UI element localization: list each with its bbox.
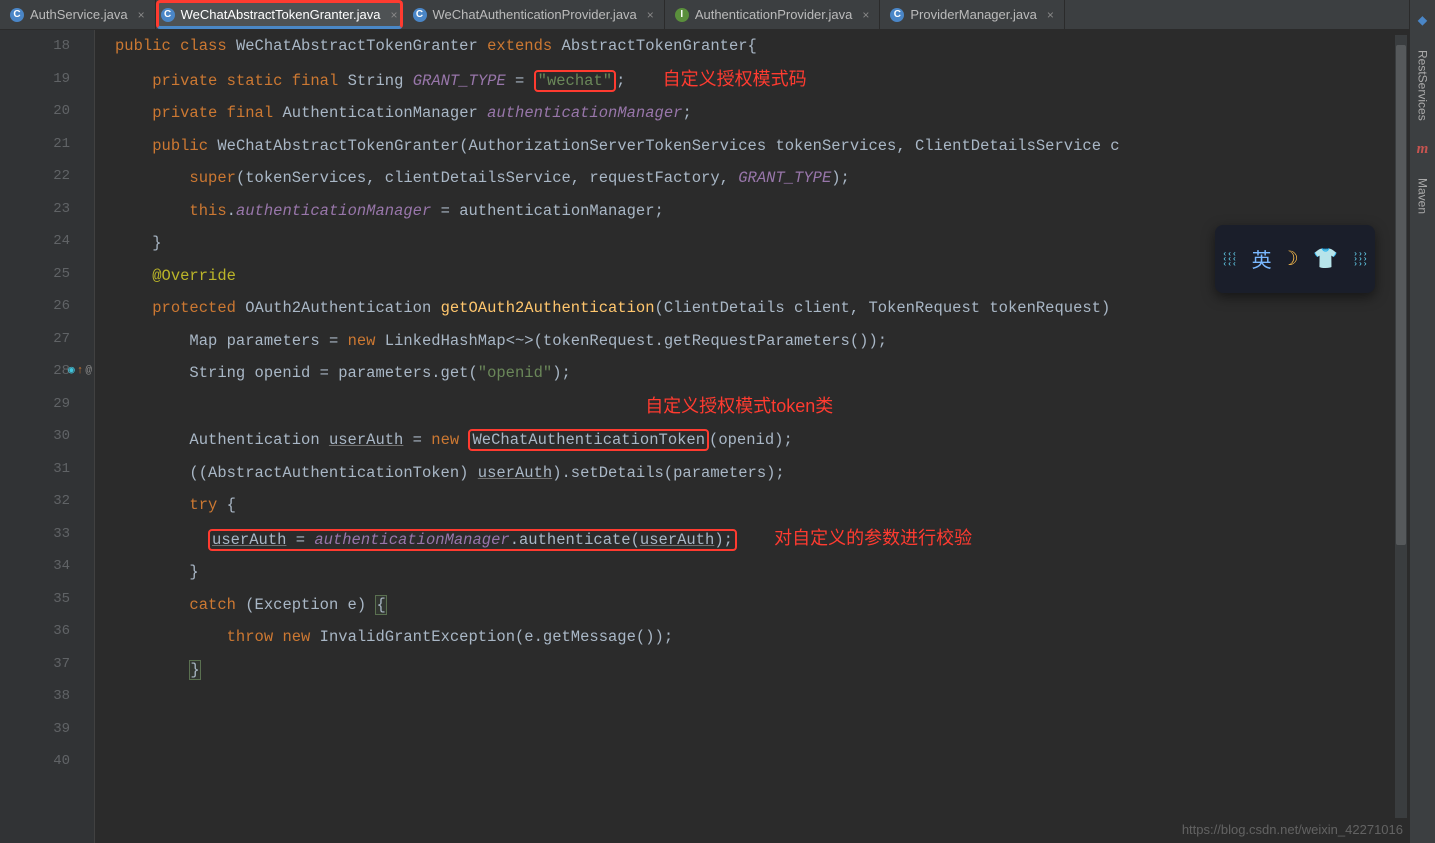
code-editor[interactable]: public class WeChatAbstractTokenGranter … (95, 30, 1435, 843)
right-tool-window-bar: ◆ RestServices m Maven (1409, 0, 1435, 843)
code-line: throw new InvalidGrantException(e.getMes… (115, 621, 1435, 654)
line-number: 36 (0, 615, 70, 648)
code-line: 自定义授权模式token类 (115, 390, 1435, 425)
close-icon[interactable]: × (138, 8, 145, 22)
class-icon: C (10, 8, 24, 22)
line-number: 18 (0, 30, 70, 63)
code-line: protected OAuth2Authentication getOAuth2… (115, 292, 1435, 325)
line-number: 30 (0, 420, 70, 453)
line-number: 29 (0, 388, 70, 421)
line-number: 23 (0, 193, 70, 226)
line-number: 32 (0, 485, 70, 518)
code-line: public WeChatAbstractTokenGranter(Author… (115, 130, 1435, 163)
code-line: userAuth = authenticationManager.authent… (115, 522, 1435, 557)
line-number: 35 (0, 583, 70, 616)
code-line: } (115, 654, 1435, 687)
tab-auth-provider[interactable]: I AuthenticationProvider.java × (665, 0, 881, 29)
skin-icon[interactable]: 👕 (1313, 246, 1338, 272)
line-number: 34 (0, 550, 70, 583)
interface-icon: I (675, 8, 689, 22)
class-icon: C (161, 8, 175, 22)
scrollbar-thumb[interactable] (1396, 45, 1406, 545)
tab-provider-manager[interactable]: C ProviderManager.java × (880, 0, 1064, 29)
line-number: 37 (0, 648, 70, 681)
line-number: 39 (0, 713, 70, 746)
close-icon[interactable]: × (1047, 8, 1054, 22)
code-line: try { (115, 489, 1435, 522)
tab-wechat-provider[interactable]: C WeChatAuthenticationProvider.java × (403, 0, 665, 29)
close-icon[interactable]: × (391, 8, 398, 22)
line-number: 21 (0, 128, 70, 161)
code-line: private static final String GRANT_TYPE =… (115, 63, 1435, 98)
code-line: ((AbstractAuthenticationToken) userAuth)… (115, 457, 1435, 490)
tab-authservice[interactable]: C AuthService.java × (0, 0, 156, 29)
tab-label: AuthService.java (30, 7, 128, 22)
tool-maven[interactable]: Maven (1416, 178, 1430, 214)
code-line: } (115, 556, 1435, 589)
code-line: Authentication userAuth = new WeChatAuth… (115, 424, 1435, 457)
code-line: public class WeChatAbstractTokenGranter … (115, 30, 1435, 63)
tool-restservices[interactable]: RestServices (1416, 50, 1430, 121)
tab-label: WeChatAuthenticationProvider.java (433, 7, 637, 22)
code-line: String openid = parameters.get("openid")… (115, 357, 1435, 390)
chevron-right-icon: ››››››››› (1353, 252, 1367, 267)
chevron-left-icon: ‹‹‹‹‹‹‹‹‹ (1222, 252, 1236, 267)
line-number: 38 (0, 680, 70, 713)
code-line: this.authenticationManager = authenticat… (115, 195, 1435, 228)
line-number: 28◉↑@ (0, 355, 70, 388)
gutter: 1819202122232425262728◉↑@293031323334353… (0, 30, 95, 843)
line-number: 26 (0, 290, 70, 323)
line-number: 24 (0, 225, 70, 258)
close-icon[interactable]: × (647, 8, 654, 22)
line-number: 22 (0, 160, 70, 193)
line-number: 19 (0, 63, 70, 96)
line-number: 31 (0, 453, 70, 486)
code-line: super(tokenServices, clientDetailsServic… (115, 162, 1435, 195)
tab-label: WeChatAbstractTokenGranter.java (181, 7, 381, 22)
watermark-text: https://blog.csdn.net/weixin_42271016 (1182, 822, 1403, 837)
override-gutter-icon[interactable]: ◉↑@ (68, 355, 92, 388)
line-number: 20 (0, 95, 70, 128)
ime-lang-indicator[interactable]: 英 (1252, 244, 1272, 274)
editor-area: 1819202122232425262728◉↑@293031323334353… (0, 30, 1435, 843)
logo-icon: ◆ (1418, 10, 1428, 30)
class-icon: C (890, 8, 904, 22)
vertical-scrollbar[interactable] (1395, 35, 1407, 818)
tab-label: ProviderManager.java (910, 7, 1036, 22)
moon-icon[interactable]: ☽ (1287, 246, 1299, 272)
editor-tabs: C AuthService.java × C WeChatAbstractTok… (0, 0, 1435, 30)
code-line: private final AuthenticationManager auth… (115, 97, 1435, 130)
tab-label: AuthenticationProvider.java (695, 7, 853, 22)
line-number: 33 (0, 518, 70, 551)
code-line: Map parameters = new LinkedHashMap<~>(to… (115, 325, 1435, 358)
code-line: catch (Exception e) { (115, 589, 1435, 622)
maven-icon: m (1417, 141, 1429, 158)
line-number: 25 (0, 258, 70, 291)
class-icon: C (413, 8, 427, 22)
close-icon[interactable]: × (862, 8, 869, 22)
ime-floating-widget[interactable]: ‹‹‹‹‹‹‹‹‹ 英 ☽ 👕 ››››››››› (1215, 225, 1375, 293)
line-number: 27 (0, 323, 70, 356)
tab-wechat-granter[interactable]: C WeChatAbstractTokenGranter.java × (156, 0, 403, 29)
line-number: 40 (0, 745, 70, 778)
